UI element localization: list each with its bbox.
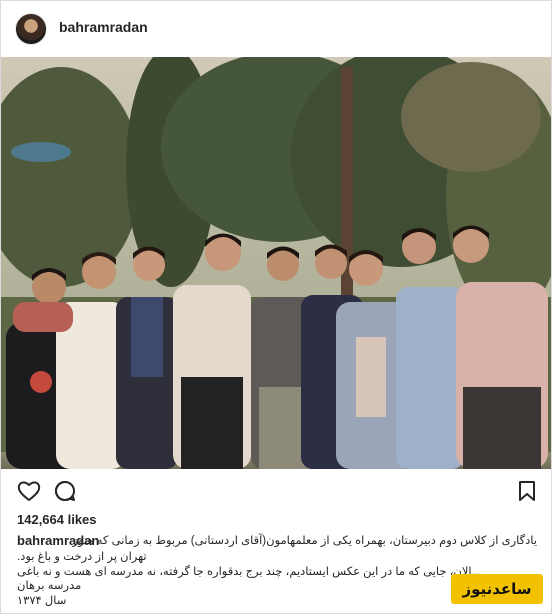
post-actions [1,477,551,507]
people-group [6,225,548,469]
comment-bubble-icon[interactable] [51,477,79,505]
bookmark-icon[interactable] [513,477,541,505]
group-photo-illustration [1,57,551,469]
profile-avatar[interactable] [15,13,47,45]
likes-count[interactable]: 142,664 likes [17,512,97,527]
post-caption: bahramradan یادگاری از کلاس دوم دبیرستان… [17,533,537,606]
instagram-post: bahramradan 142,664 likes bahramradan یا… [0,0,552,614]
caption-line-2: تهران پر از درخت و باغ بود. [17,551,147,563]
post-header: bahramradan [1,1,551,55]
watermark-logo: ساعدنیوز [451,574,543,604]
post-username[interactable]: bahramradan [59,19,148,35]
heart-icon[interactable] [15,477,43,505]
post-photo[interactable] [1,57,551,469]
caption-line-1: یادگاری از کلاس دوم دبیرستان، بهمراه یکی… [72,535,537,547]
